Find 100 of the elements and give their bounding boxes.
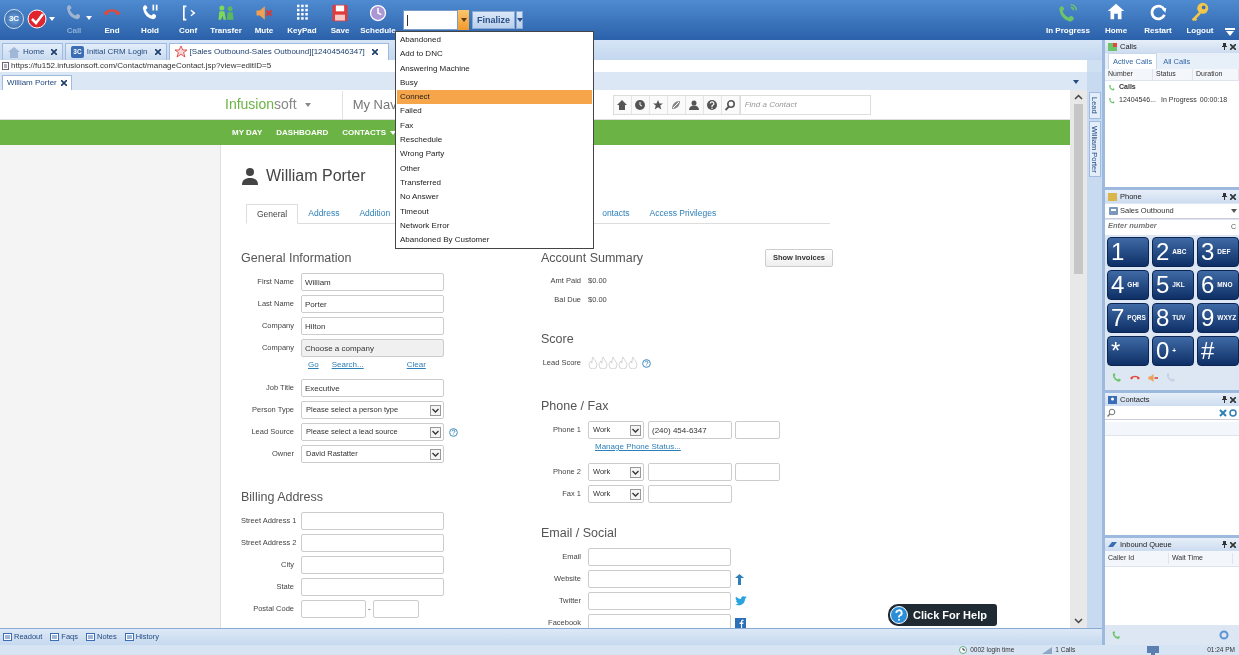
finalize-button[interactable]: Finalize xyxy=(472,11,515,29)
contact-tab[interactable]: Access Privileges xyxy=(639,204,727,223)
search-icon[interactable] xyxy=(724,98,737,111)
contact-tab[interactable]: Address xyxy=(298,204,350,223)
input-field[interactable] xyxy=(301,600,366,618)
dropdown-option[interactable]: Reschedule xyxy=(397,133,592,148)
input-field[interactable] xyxy=(301,556,444,574)
dropdown-option[interactable]: Transferred xyxy=(397,175,592,191)
keypad-key[interactable]: # xyxy=(1197,336,1239,366)
toolbar-button[interactable]: Mute xyxy=(245,0,283,40)
scroll-up-icon[interactable] xyxy=(1074,94,1083,100)
input-field[interactable] xyxy=(588,548,731,566)
browser-tab[interactable]: [Sales Outbound-Sales Outbound][12404546347] xyxy=(168,43,389,60)
dropdown-option[interactable]: Failed xyxy=(397,104,592,119)
keypad-key[interactable]: * xyxy=(1107,336,1149,366)
toolbar-button[interactable]: In Progress xyxy=(1041,0,1095,40)
split-menu-button[interactable] xyxy=(516,11,523,29)
dropdown-option[interactable]: Busy xyxy=(397,75,592,91)
person-icon[interactable] xyxy=(688,98,701,111)
toolbar-button[interactable]: Restart xyxy=(1137,0,1179,40)
dropdown-option[interactable]: Other xyxy=(397,161,592,176)
close-icon[interactable] xyxy=(154,49,161,55)
input-field[interactable] xyxy=(588,592,731,610)
close-icon[interactable] xyxy=(371,49,378,55)
contact-tab[interactable]: Addition xyxy=(349,204,391,223)
help-button[interactable]: Click For Help xyxy=(888,604,997,626)
toolbar-button[interactable]: Logout xyxy=(1179,0,1221,40)
input-field[interactable]: Choose a company xyxy=(301,339,444,357)
leaf-icon[interactable] xyxy=(670,98,683,111)
dropdown-option[interactable]: Abandoned By Customer xyxy=(397,233,592,248)
close-icon[interactable] xyxy=(1230,396,1236,403)
toolbar-button[interactable]: Hold xyxy=(131,0,169,40)
infusionsoft-logo[interactable]: Infusionsoft xyxy=(225,94,297,115)
help-icon[interactable] xyxy=(706,98,719,111)
input-field[interactable] xyxy=(372,600,419,618)
scroll-down-icon[interactable] xyxy=(1074,618,1083,624)
search-field[interactable]: Find a Contact xyxy=(740,94,871,115)
close-icon[interactable] xyxy=(60,80,67,86)
dropdown-option[interactable]: Wrong Party xyxy=(397,147,592,162)
toolbar-button[interactable]: KeyPad xyxy=(283,0,321,40)
input-field[interactable] xyxy=(735,421,780,439)
input-field[interactable] xyxy=(588,570,731,588)
disposition-field[interactable] xyxy=(403,10,458,30)
pin-icon[interactable] xyxy=(1222,43,1227,50)
contact-tab[interactable]: ontacts xyxy=(602,204,640,223)
input-field[interactable] xyxy=(301,534,444,552)
dropdown-option[interactable]: Answering Machine xyxy=(397,61,592,76)
input-field[interactable] xyxy=(301,578,444,596)
pin-icon[interactable] xyxy=(1222,193,1227,200)
input-field[interactable]: William xyxy=(301,273,444,291)
dropdown-option[interactable]: No Answer xyxy=(397,190,592,205)
contact-tab[interactable]: General xyxy=(246,204,299,224)
close-icon[interactable] xyxy=(51,49,58,55)
link[interactable]: Search... xyxy=(331,359,364,373)
pin-icon[interactable] xyxy=(1222,396,1227,403)
toolbar-button[interactable]: Transfer xyxy=(207,0,245,40)
clock-icon[interactable] xyxy=(634,98,647,111)
clear-icon[interactable] xyxy=(1219,408,1227,417)
toolbar-button[interactable]: Save xyxy=(321,0,359,40)
dropdown-option[interactable]: Connect xyxy=(397,90,592,105)
browser-tab[interactable]: Home xyxy=(2,43,64,60)
toolbar-button[interactable]: End xyxy=(93,0,131,40)
scroll-thumb[interactable] xyxy=(1074,104,1083,274)
toolbar-button[interactable]: Home xyxy=(1095,0,1137,40)
close-icon[interactable] xyxy=(1230,193,1236,200)
search-icon[interactable] xyxy=(1107,408,1116,417)
dropdown-option[interactable]: Network Error xyxy=(397,218,592,234)
flame-icon xyxy=(628,357,638,369)
toolbar-button[interactable]: Schedule xyxy=(359,0,397,40)
input-field[interactable] xyxy=(301,512,444,530)
input-field[interactable] xyxy=(735,463,780,481)
refresh-icon[interactable] xyxy=(1229,408,1237,417)
close-icon[interactable] xyxy=(1230,43,1236,50)
close-icon[interactable] xyxy=(1230,541,1236,548)
page-tab[interactable]: William Porter xyxy=(2,75,72,90)
input-field[interactable]: (240) 454-6347 xyxy=(648,421,732,439)
link[interactable]: Manage Phone Status... xyxy=(595,441,681,453)
input-field[interactable] xyxy=(588,614,731,628)
toolbar-button[interactable]: Conf xyxy=(169,0,207,40)
link[interactable]: Go xyxy=(308,359,319,373)
input-field[interactable]: Executive xyxy=(301,379,444,397)
pin-icon[interactable] xyxy=(1222,541,1227,548)
input-field[interactable]: Hilton xyxy=(301,317,444,335)
menu-caret-icon[interactable] xyxy=(1225,28,1235,36)
dropdown-option[interactable]: Add to DNC xyxy=(397,47,592,62)
link[interactable]: Clear xyxy=(406,359,426,373)
input-field[interactable] xyxy=(648,485,732,503)
star-icon[interactable] xyxy=(652,98,665,111)
keypad-key[interactable]: 1 xyxy=(1107,237,1149,267)
home-icon[interactable] xyxy=(616,98,629,111)
input-field[interactable]: Porter xyxy=(301,295,444,313)
refresh-icon[interactable] xyxy=(1219,630,1229,640)
section-heading: Phone / Fax xyxy=(541,397,609,415)
input-field[interactable] xyxy=(648,463,732,481)
tab-label: Initial CRM Login xyxy=(86,46,148,58)
dropdown-toggle-button[interactable] xyxy=(458,10,469,30)
dropdown-option[interactable]: Timeout xyxy=(397,204,592,219)
dropdown-option[interactable]: Fax xyxy=(397,118,592,134)
mute-icon[interactable] xyxy=(1147,372,1159,384)
dropdown-option[interactable]: Abandoned xyxy=(397,33,592,48)
